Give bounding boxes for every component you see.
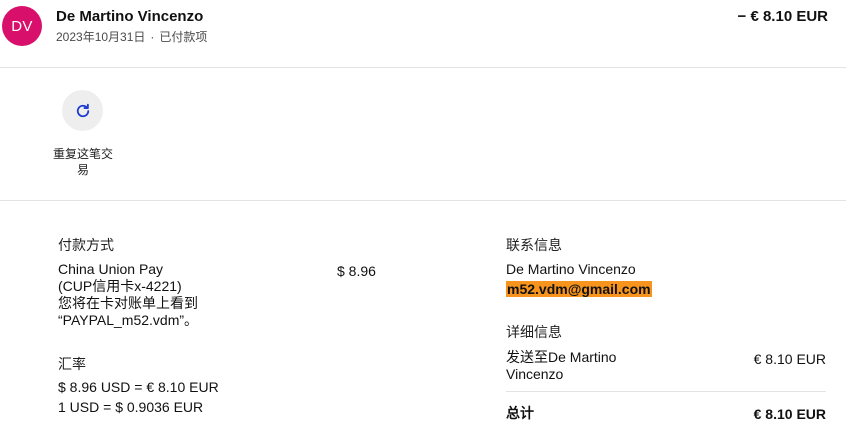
avatar-initials: DV [11, 17, 33, 35]
exchange-rate-value: 1 USD = $ 0.9036 EUR [58, 399, 204, 415]
payment-amount: $ 8.96 [337, 263, 376, 279]
payment-card-info: (CUP信用卡x-4221) [58, 278, 182, 294]
total-amount: € 8.10 EUR [753, 406, 826, 422]
exchange-conversion: $ 8.96 USD = € 8.10 EUR [58, 379, 219, 395]
total-divider [506, 391, 826, 392]
contact-email-address[interactable]: m52.vdm@gmail.com [506, 281, 652, 297]
contact-name: De Martino Vincenzo [506, 261, 636, 277]
merchant-name: De Martino Vincenzo [56, 8, 204, 25]
total-label: 总计 [506, 405, 534, 421]
payment-method-title: 付款方式 [58, 237, 114, 253]
actions-divider [0, 200, 846, 201]
refresh-icon [76, 103, 89, 117]
sent-to-recipient: 发送至De Martino [506, 349, 617, 365]
payment-method-name: China Union Pay [58, 261, 164, 277]
transaction-amount: − € 8.10 EUR [737, 8, 828, 25]
details-title: 详细信息 [506, 324, 562, 340]
exchange-rate-title: 汇率 [58, 356, 86, 372]
statement-descriptor: “PAYPAL_m52.vdm”。 [58, 312, 199, 328]
statement-note: 您将在卡对账单上看到 [58, 295, 198, 311]
transaction-detail: DV De Martino Vincenzo 2023年10月31日 · 已付款项 … [0, 0, 846, 430]
repeat-transaction-label[interactable]: 重复这笔交易 [48, 146, 118, 178]
avatar: DV [2, 6, 42, 46]
sent-to-recipient-cont: Vincenzo [506, 366, 564, 382]
contact-info-title: 联系信息 [506, 237, 562, 253]
sent-amount: € 8.10 EUR [753, 351, 826, 367]
header-divider [0, 67, 846, 68]
repeat-transaction-button[interactable] [62, 90, 103, 131]
transaction-date: 2023年10月31日 [56, 30, 146, 44]
contact-email[interactable]: m52.vdm@gmail.com [506, 281, 652, 297]
transaction-meta: 2023年10月31日 · 已付款项 [56, 28, 207, 45]
transaction-status: 已付款项 [159, 30, 208, 44]
meta-separator: · [150, 30, 155, 44]
